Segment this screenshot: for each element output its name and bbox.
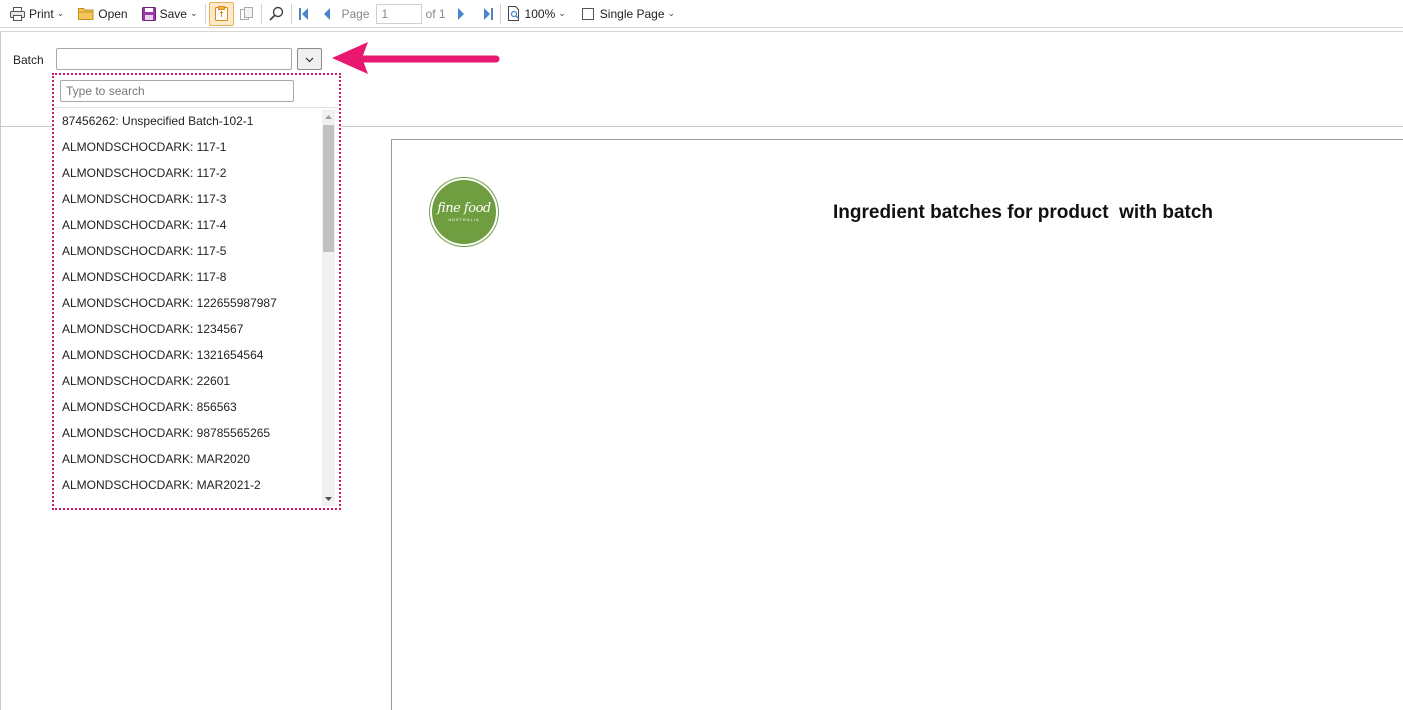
printer-icon (10, 6, 25, 21)
dropdown-option[interactable]: ALMONDSCHOCDARK: 122655987987 (54, 290, 320, 316)
dropdown-scrollbar[interactable] (322, 110, 335, 506)
batch-dropdown-button[interactable] (297, 48, 322, 70)
print-button[interactable]: Print ⌄ (6, 2, 68, 26)
report-title: Ingredient batches for product with batc… (833, 202, 1214, 223)
next-page-button[interactable] (454, 2, 469, 26)
chevron-down-icon: ⌄ (667, 8, 676, 18)
dropdown-option[interactable]: ALMONDSCHOCDARK: 117-3 (54, 186, 320, 212)
toolbar-separator (290, 3, 292, 24)
view-mode-dropdown[interactable]: Single Page ⌄ (578, 2, 679, 26)
dropdown-option[interactable]: ALMONDSCHOCDARK: 1234567 (54, 316, 320, 342)
page-label: Page (341, 6, 370, 21)
chevron-down-icon (305, 52, 314, 66)
dropdown-option[interactable]: ALMONDSCHOCDARK: 117-8 (54, 264, 320, 290)
dropdown-option[interactable]: ALMONDSCHOCDARK: 98785565265 (54, 420, 320, 446)
previous-page-button[interactable] (319, 2, 334, 26)
dropdown-option[interactable]: 87456262: Unspecified Batch-102-1 (54, 108, 320, 134)
logo-subtext: AUSTRALIA (448, 217, 480, 222)
dropdown-option[interactable]: ALMONDSCHOCDARK: 22601 (54, 368, 320, 394)
annotation-arrow-icon (332, 42, 500, 74)
clipboard-icon (214, 6, 228, 21)
chevron-down-icon: ⌄ (189, 8, 198, 18)
scroll-down-icon[interactable] (322, 492, 335, 506)
dropdown-options: 87456262: Unspecified Batch-102-1 ALMONDS… (54, 108, 320, 508)
report-page: fine food AUSTRALIA Ingredient batches f… (391, 139, 1403, 710)
dropdown-option[interactable]: ALMONDSCHOCDARK: 117-2 (54, 160, 320, 186)
sidebar-border (0, 127, 1, 710)
dropdown-option[interactable]: ALMONDSCHOCDARK: 117-4 (54, 212, 320, 238)
batch-input[interactable] (56, 48, 292, 70)
fine-food-logo: fine food AUSTRALIA (430, 178, 498, 246)
batch-dropdown-list: 87456262: Unspecified Batch-102-1ALMONDS… (52, 73, 341, 510)
toolbar-separator (260, 3, 262, 24)
page-count: of 1 (425, 6, 446, 21)
logo-text: fine food (437, 201, 491, 216)
chevron-down-icon: ⌄ (56, 8, 65, 18)
folder-icon (78, 7, 94, 20)
zoom-dropdown[interactable]: 100% ⌄ (504, 2, 570, 26)
scrollbar-thumb[interactable] (323, 125, 334, 252)
save-label: Save (159, 6, 187, 21)
open-label: Open (98, 6, 128, 21)
chevron-right-icon (457, 7, 465, 20)
open-button[interactable]: Open (74, 2, 131, 26)
last-page-icon (483, 7, 493, 20)
dropdown-option[interactable]: ALMONDSCHOCDARK: MAR2021-2 (54, 472, 320, 498)
toolbar-separator (204, 3, 206, 24)
viewer-toolbar: Print ⌄ Open Save ⌄ Page 1 of 1 100% ⌄ S… (0, 0, 1403, 28)
first-page-icon (298, 7, 309, 20)
scroll-up-icon[interactable] (322, 110, 335, 124)
dropdown-option[interactable]: ALMONDSCHOCDARK: 117-5 (54, 238, 320, 264)
toolbar-separator (499, 3, 501, 24)
save-button[interactable]: Save ⌄ (138, 2, 202, 26)
copy-icon (239, 6, 254, 21)
search-button[interactable] (265, 2, 288, 26)
dropdown-search-input[interactable] (60, 80, 294, 102)
view-mode-label: Single Page (599, 6, 665, 21)
last-page-button[interactable] (479, 2, 497, 26)
dropdown-option[interactable]: ALMONDSCHOCDARK: MAR2020 (54, 446, 320, 472)
copy-button[interactable] (236, 2, 258, 26)
single-page-icon (581, 7, 594, 20)
zoom-page-icon (507, 6, 521, 21)
parameters-toggle-button[interactable] (208, 1, 234, 26)
dropdown-option[interactable]: ALMONDSCHOCDARK: 117-1 (54, 134, 320, 160)
first-page-button[interactable] (295, 2, 313, 26)
floppy-disk-icon (141, 6, 156, 21)
print-label: Print (29, 6, 54, 21)
chevron-left-icon (323, 7, 330, 20)
dropdown-option[interactable]: ALMONDSCHOCDARK: 856563 (54, 394, 320, 420)
page-number-input[interactable] (375, 3, 422, 24)
dropdown-option[interactable]: ALMONDSCHOCDARK: 1321654564 (54, 342, 320, 368)
batch-label: Batch (13, 53, 44, 67)
zoom-value: 100% (524, 6, 556, 21)
magnifier-icon (268, 6, 284, 21)
chevron-down-icon: ⌄ (558, 8, 566, 18)
